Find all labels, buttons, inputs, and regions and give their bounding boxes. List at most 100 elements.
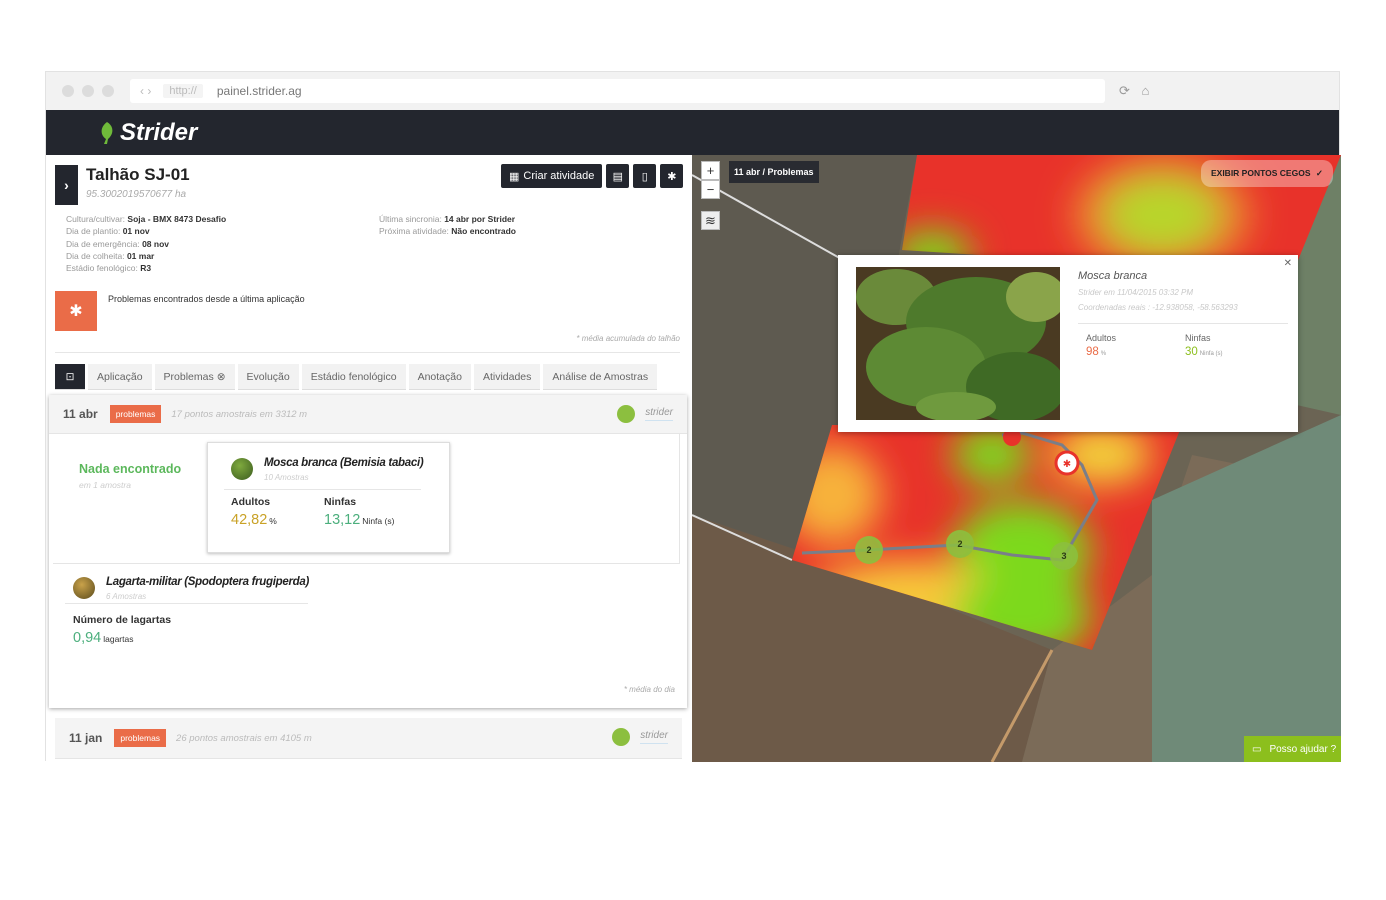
divider xyxy=(55,352,680,353)
tab-problemas[interactable]: Problemas ⊗ xyxy=(154,364,235,390)
logo-text: Strider xyxy=(120,118,198,146)
bug-icon: ✱ xyxy=(55,291,97,331)
pest-card[interactable]: Mosca branca (Bemisia tabaci) 10 Amostra… xyxy=(207,442,450,553)
app-header: Strider xyxy=(46,110,1339,155)
book-icon: ▤ xyxy=(612,170,624,183)
home-icon[interactable]: ⌂ xyxy=(1142,83,1150,98)
create-activity-button[interactable]: ▦ Criar atividade xyxy=(501,164,603,188)
metric-value: 0,94 lagartas xyxy=(73,630,134,646)
gear-icon: ✱ xyxy=(667,170,677,183)
sample-cluster[interactable]: 3 xyxy=(1050,542,1078,570)
sample-cluster[interactable]: 2 xyxy=(946,530,974,558)
record-date: 11 abr xyxy=(63,407,98,421)
window-close-dot[interactable] xyxy=(62,85,74,97)
tab-atividades[interactable]: Atividades xyxy=(473,364,541,390)
help-button[interactable]: ▭ Posso ajudar ? xyxy=(1244,736,1341,762)
pest-samples: 10 Amostras xyxy=(264,473,309,482)
target-icon: ⊡ xyxy=(65,370,75,383)
field-info-right: Última sincronia: 14 abr por Strider Pró… xyxy=(379,214,516,237)
alert-text: Problemas encontrados desde a última apl… xyxy=(108,294,305,304)
settings-button[interactable]: ✱ xyxy=(660,164,684,188)
logo[interactable]: Strider xyxy=(98,119,197,147)
zoom-in-button[interactable]: + xyxy=(701,161,720,180)
pest-name: Lagarta-militar (Spodoptera frugiperda) xyxy=(106,576,309,588)
svg-text:✱: ✱ xyxy=(1063,459,1071,470)
tab-anotacao[interactable]: Anotação xyxy=(408,364,471,390)
metric-value: 42,82% xyxy=(231,512,277,528)
field-info-left: Cultura/cultivar: Soja - BMX 8473 Desafi… xyxy=(66,214,227,274)
metric-label: Ninfas xyxy=(1185,333,1211,343)
status-badge: problemas xyxy=(114,729,167,747)
divider xyxy=(65,603,308,604)
popup-title: Mosca branca xyxy=(1078,270,1148,282)
url-protocol: http:// xyxy=(163,84,203,98)
record-header[interactable]: 11 abr problemas 17 pontos amostrais em … xyxy=(49,395,687,434)
window-minimize-dot[interactable] xyxy=(82,85,94,97)
nothing-found: Nada encontrado xyxy=(79,462,182,476)
file-icon: ▯ xyxy=(641,170,648,183)
chat-icon: ▭ xyxy=(1252,743,1262,755)
map-date-label: 11 abr / Problemas xyxy=(729,161,819,183)
avatar xyxy=(612,728,631,746)
close-icon[interactable]: ✕ xyxy=(1284,258,1292,269)
pest-samples: 6 Amostras xyxy=(106,592,147,601)
collapse-panel-button[interactable]: › xyxy=(55,165,78,205)
record-samples: 26 pontos amostrais em 4105 m xyxy=(176,732,312,744)
tab-analise-amostras[interactable]: Análise de Amostras xyxy=(543,364,658,390)
record-card: 11 abr problemas 17 pontos amostrais em … xyxy=(49,395,687,708)
pest-name: Mosca branca (Bemisia tabaci) xyxy=(264,457,424,469)
nothing-found-sub: em 1 amostra xyxy=(79,480,131,490)
tab-overview[interactable]: ⊡ xyxy=(55,364,85,390)
field-toolbar: ▦ Criar atividade ▤ ▯ ✱ xyxy=(501,164,687,188)
export-pdf-button[interactable]: ▯ xyxy=(633,164,657,188)
divider xyxy=(224,489,421,490)
reload-icon[interactable]: ⟳ xyxy=(1119,83,1130,98)
pest-marker-icon[interactable]: ✱ xyxy=(1054,450,1080,476)
record-user: strider xyxy=(612,728,668,746)
caterpillar-icon xyxy=(73,577,95,599)
sample-cluster[interactable]: 2 xyxy=(855,536,883,564)
record-samples: 17 pontos amostrais em 3312 m xyxy=(171,408,308,420)
layers-button[interactable]: ≋ xyxy=(701,211,720,230)
avatar xyxy=(617,405,636,423)
metric-value: 13,12 Ninfa (s) xyxy=(324,512,395,528)
browser-chrome: ‹ › http:// painel.strider.ag ⟳ ⌂ xyxy=(46,72,1339,110)
popup-coordinates: Coordenadas reais : -12.938058, -58.5632… xyxy=(1078,303,1238,312)
metric-label: Número de lagartas xyxy=(73,614,172,626)
record-date: 11 jan xyxy=(69,731,103,745)
tab-aplicacao[interactable]: Aplicação xyxy=(88,364,152,390)
address-bar[interactable]: ‹ › http:// painel.strider.ag xyxy=(130,79,1105,103)
show-blind-spots-button[interactable]: EXIBIR PONTOS CEGOS ✓ xyxy=(1200,160,1333,187)
notebook-button[interactable]: ▤ xyxy=(606,164,630,188)
metric-label: Ninfas xyxy=(324,496,357,508)
day-average-note: * média do dia xyxy=(623,685,675,694)
pest-summary: Nada encontrado em 1 amostra Mosca branc… xyxy=(53,434,680,564)
metric-value: 30 Ninfa (s) xyxy=(1185,346,1223,358)
sample-popup: ✕ Mosca branca Strider em 11/04/2015 03:… xyxy=(838,255,1298,432)
metric-value: 98% xyxy=(1086,346,1107,358)
browser-window: ‹ › http:// painel.strider.ag ⟳ ⌂ Stride… xyxy=(45,71,1341,762)
back-forward-icon[interactable]: ‹ › xyxy=(140,84,151,98)
status-badge: problemas xyxy=(109,405,162,423)
field-title: Talhão SJ-01 xyxy=(86,165,190,184)
metric-label: Adultos xyxy=(1086,333,1117,343)
divider xyxy=(1078,323,1288,324)
field-panel: › Talhão SJ-01 95.3002019570677 ha ▦ Cri… xyxy=(46,155,692,762)
map-view[interactable]: ✱ 2 2 3 + − ≋ 11 abr / Problemas EXIBIR … xyxy=(692,155,1341,762)
satellite-map[interactable]: ✱ xyxy=(692,155,1341,762)
calendar-icon: ▦ xyxy=(509,170,520,183)
url-domain: painel.strider.ag xyxy=(216,84,302,98)
tab-estadio-fenologico[interactable]: Estádio fenológico xyxy=(301,364,406,390)
metric-label: Adultos xyxy=(231,496,271,508)
close-circle-icon: ⊗ xyxy=(216,370,226,383)
layers-icon: ≋ xyxy=(705,212,716,228)
plant-photo xyxy=(856,267,1060,420)
popup-author: Strider em 11/04/2015 03:32 PM xyxy=(1078,288,1194,297)
whitefly-icon xyxy=(231,458,253,480)
record-header[interactable]: 11 jan problemas 26 pontos amostrais em … xyxy=(55,718,682,759)
window-maximize-dot[interactable] xyxy=(102,85,114,97)
zoom-out-button[interactable]: − xyxy=(701,180,720,199)
tab-evolucao[interactable]: Evolução xyxy=(237,364,299,390)
leaf-icon xyxy=(101,121,113,144)
field-area: 95.3002019570677 ha xyxy=(86,189,187,200)
